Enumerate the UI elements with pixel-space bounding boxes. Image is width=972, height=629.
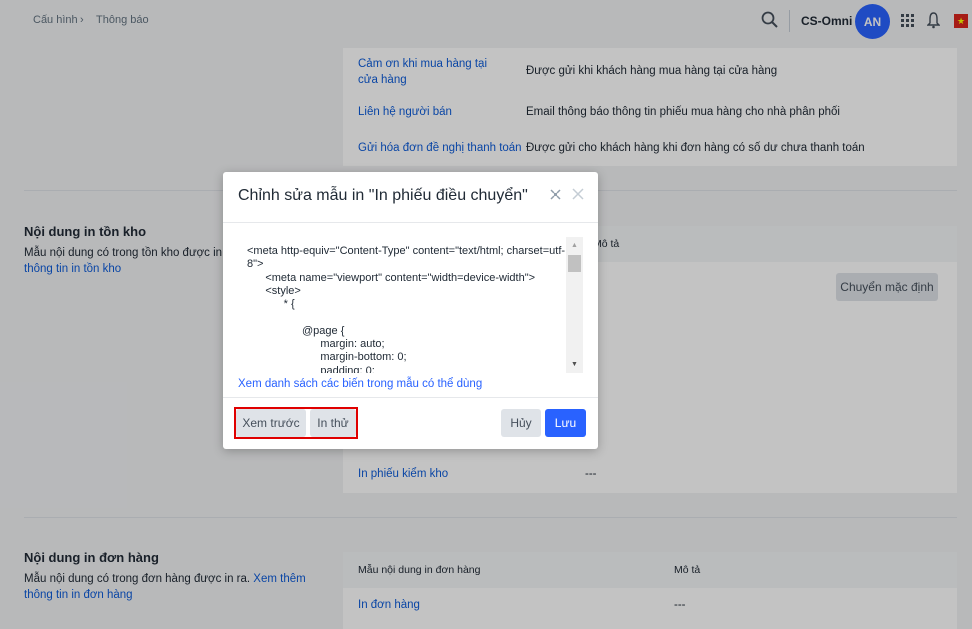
cancel-button[interactable]: Hủy (501, 409, 541, 437)
scrollbar[interactable]: ▲ ▼ (566, 237, 583, 373)
scrollbar-thumb[interactable] (568, 255, 581, 272)
close-icon[interactable] (572, 188, 584, 200)
test-print-button[interactable]: In thử (310, 409, 356, 437)
modal-header-divider (223, 222, 598, 223)
preview-button[interactable]: Xem trước (236, 409, 306, 437)
edit-template-modal: Chỉnh sửa mẫu in "In phiếu điều chuyển" … (223, 172, 598, 449)
scroll-down-icon[interactable]: ▼ (571, 361, 578, 368)
modal-title: Chỉnh sửa mẫu in "In phiếu điều chuyển" (238, 187, 528, 204)
template-code-editor[interactable]: <meta http-equiv="Content-Type" content=… (238, 237, 583, 373)
scroll-up-icon[interactable]: ▲ (571, 242, 578, 249)
variables-list-link[interactable]: Xem danh sách các biến trong mẫu có thể … (238, 378, 482, 390)
modal-footer-divider (223, 397, 598, 398)
save-button[interactable]: Lưu (545, 409, 586, 437)
expand-icon[interactable] (550, 189, 561, 200)
